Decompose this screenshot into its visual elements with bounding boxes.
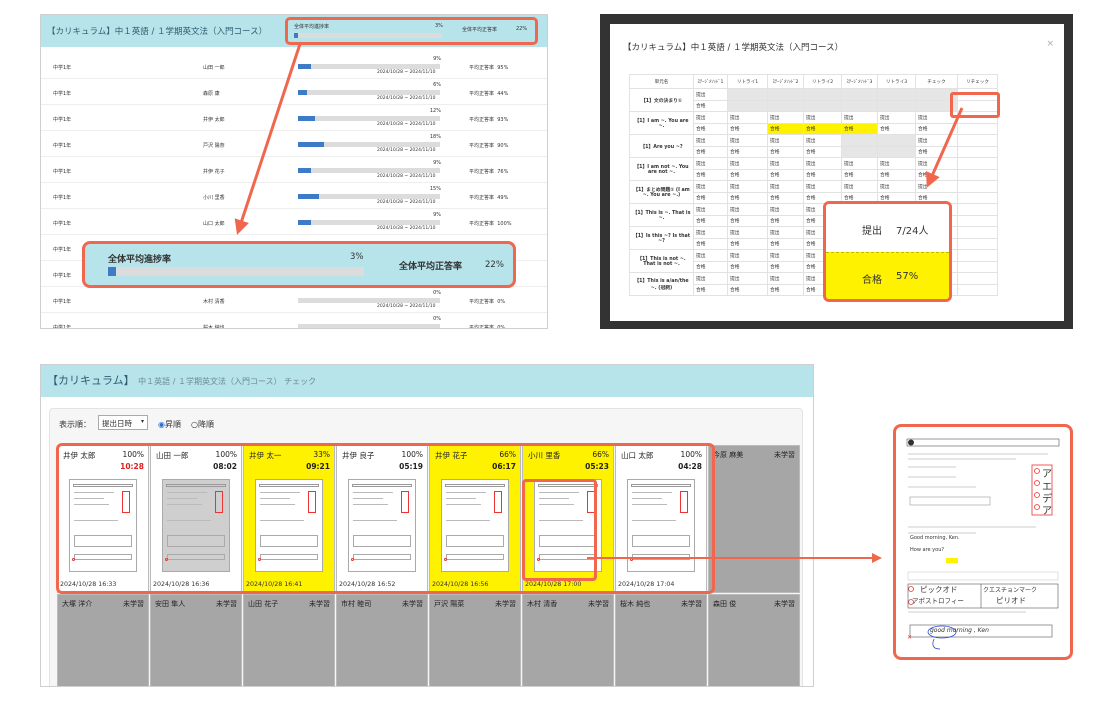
arrow-header-to-zoom [234,43,302,235]
callout-arrows [234,43,964,563]
arrow-cell-to-zoom [925,107,964,188]
